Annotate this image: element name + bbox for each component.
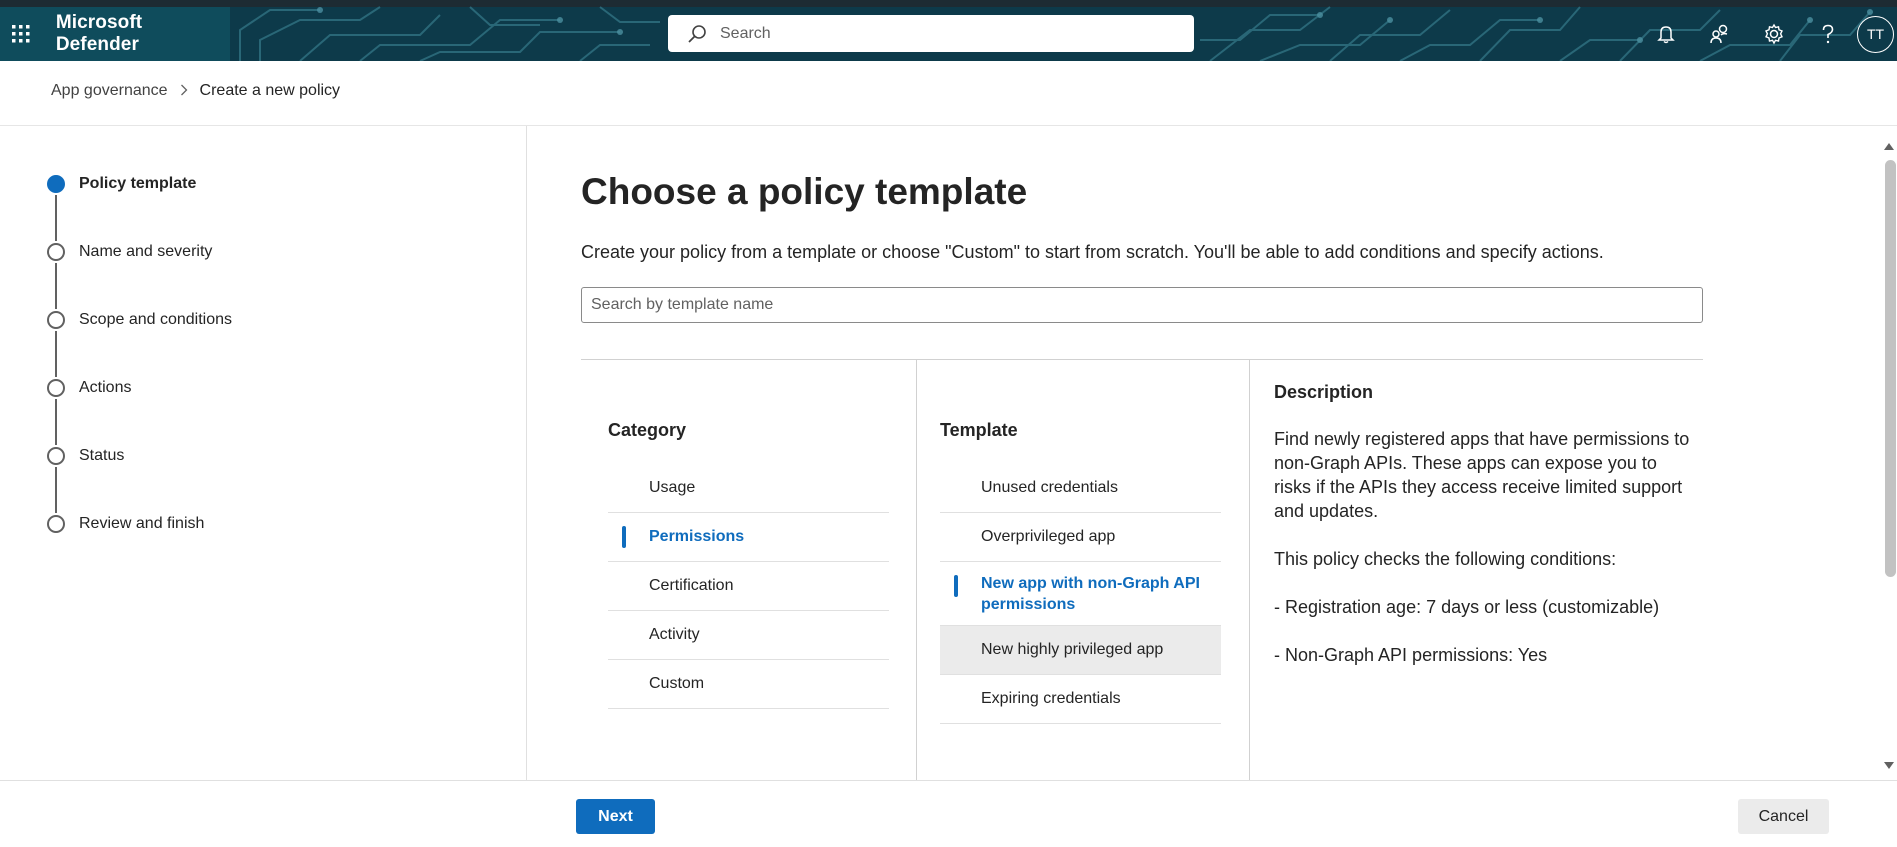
- category-item-certification[interactable]: Certification: [608, 562, 889, 611]
- description-heading: Description: [1274, 382, 1374, 402]
- column-divider: [916, 360, 917, 780]
- description-body: Find newly registered apps that have per…: [1274, 427, 1694, 691]
- next-button[interactable]: Next: [576, 799, 655, 834]
- step-review-and-finish[interactable]: Review and finish: [47, 515, 527, 583]
- step-label: Policy template: [79, 175, 197, 192]
- page-subtitle: Create your policy from a template or ch…: [581, 242, 1604, 262]
- step-actions[interactable]: Actions: [47, 379, 527, 447]
- footer-bar: [0, 780, 1897, 847]
- wizard-steps: Policy template Name and severity Scope …: [47, 175, 527, 583]
- step-connector: [55, 467, 57, 513]
- step-label: Status: [79, 447, 125, 464]
- brand-area: Microsoft Defender: [0, 7, 230, 61]
- category-heading: Category: [608, 420, 687, 440]
- category-item-permissions[interactable]: Permissions: [608, 513, 889, 562]
- step-indicator-icon: [47, 243, 65, 261]
- breadcrumb-current: Create a new policy: [199, 82, 341, 99]
- user-avatar[interactable]: TT: [1857, 15, 1894, 53]
- step-label: Name and severity: [79, 243, 213, 260]
- template-heading: Template: [940, 420, 1018, 440]
- template-item-overprivileged-app[interactable]: Overprivileged app: [940, 513, 1221, 562]
- gear-icon[interactable]: [1747, 7, 1801, 61]
- step-scope-and-conditions[interactable]: Scope and conditions: [47, 311, 527, 379]
- header-actions: TT: [1639, 7, 1897, 61]
- description-paragraph: This policy checks the following conditi…: [1274, 549, 1617, 569]
- template-list: Unused credentials Overprivileged app Ne…: [940, 464, 1221, 724]
- step-label: Scope and conditions: [79, 311, 232, 328]
- stepper-divider: [526, 126, 527, 780]
- app-title[interactable]: Microsoft Defender: [56, 12, 230, 56]
- step-indicator-icon: [47, 379, 65, 397]
- waffle-icon[interactable]: [0, 7, 42, 61]
- top-bar: Microsoft Defender Search TT: [0, 0, 1897, 61]
- template-item-unused-credentials[interactable]: Unused credentials: [940, 464, 1221, 513]
- category-item-activity[interactable]: Activity: [608, 611, 889, 660]
- template-item-new-highly-privileged-app[interactable]: New highly privileged app: [940, 626, 1221, 675]
- step-label: Review and finish: [79, 515, 205, 532]
- global-search-input[interactable]: Search: [668, 15, 1194, 52]
- column-divider: [1249, 360, 1250, 780]
- step-connector: [55, 195, 57, 241]
- step-connector: [55, 331, 57, 377]
- header-divider: [0, 125, 1897, 126]
- step-connector: [55, 263, 57, 309]
- page-title: Choose a policy template: [581, 171, 1028, 212]
- search-placeholder: Search: [720, 24, 771, 42]
- category-item-custom[interactable]: Custom: [608, 660, 889, 709]
- template-search-input[interactable]: Search by template name: [581, 287, 1703, 323]
- bell-icon[interactable]: [1639, 7, 1693, 61]
- category-list: Usage Permissions Certification Activity…: [608, 464, 889, 709]
- description-paragraph: Find newly registered apps that have per…: [1274, 429, 1690, 521]
- step-label: Actions: [79, 379, 132, 396]
- scrollbar-thumb[interactable]: [1885, 160, 1896, 577]
- step-connector: [55, 399, 57, 445]
- step-policy-template[interactable]: Policy template: [47, 175, 527, 243]
- community-icon[interactable]: [1693, 7, 1747, 61]
- step-indicator-icon: [47, 175, 65, 193]
- step-status[interactable]: Status: [47, 447, 527, 515]
- chevron-right-icon: [180, 83, 188, 99]
- description-condition: - Registration age: 7 days or less (cust…: [1274, 597, 1660, 617]
- scroll-up-arrow-icon[interactable]: [1883, 138, 1895, 150]
- template-item-new-app-non-graph[interactable]: New app with non-Graph API permissions: [940, 562, 1221, 626]
- description-condition: - Non-Graph API permissions: Yes: [1274, 645, 1548, 665]
- search-icon: [686, 23, 708, 45]
- step-indicator-icon: [47, 311, 65, 329]
- scroll-down-arrow-icon[interactable]: [1883, 758, 1895, 769]
- step-indicator-icon: [47, 515, 65, 533]
- step-name-and-severity[interactable]: Name and severity: [47, 243, 527, 311]
- cancel-button[interactable]: Cancel: [1738, 799, 1829, 834]
- help-icon[interactable]: [1801, 7, 1855, 61]
- category-item-usage[interactable]: Usage: [608, 464, 889, 513]
- breadcrumb-parent-link[interactable]: App governance: [51, 82, 168, 100]
- breadcrumb: App governance Create a new policy: [51, 82, 340, 100]
- template-item-expiring-credentials[interactable]: Expiring credentials: [940, 675, 1221, 724]
- step-indicator-icon: [47, 447, 65, 465]
